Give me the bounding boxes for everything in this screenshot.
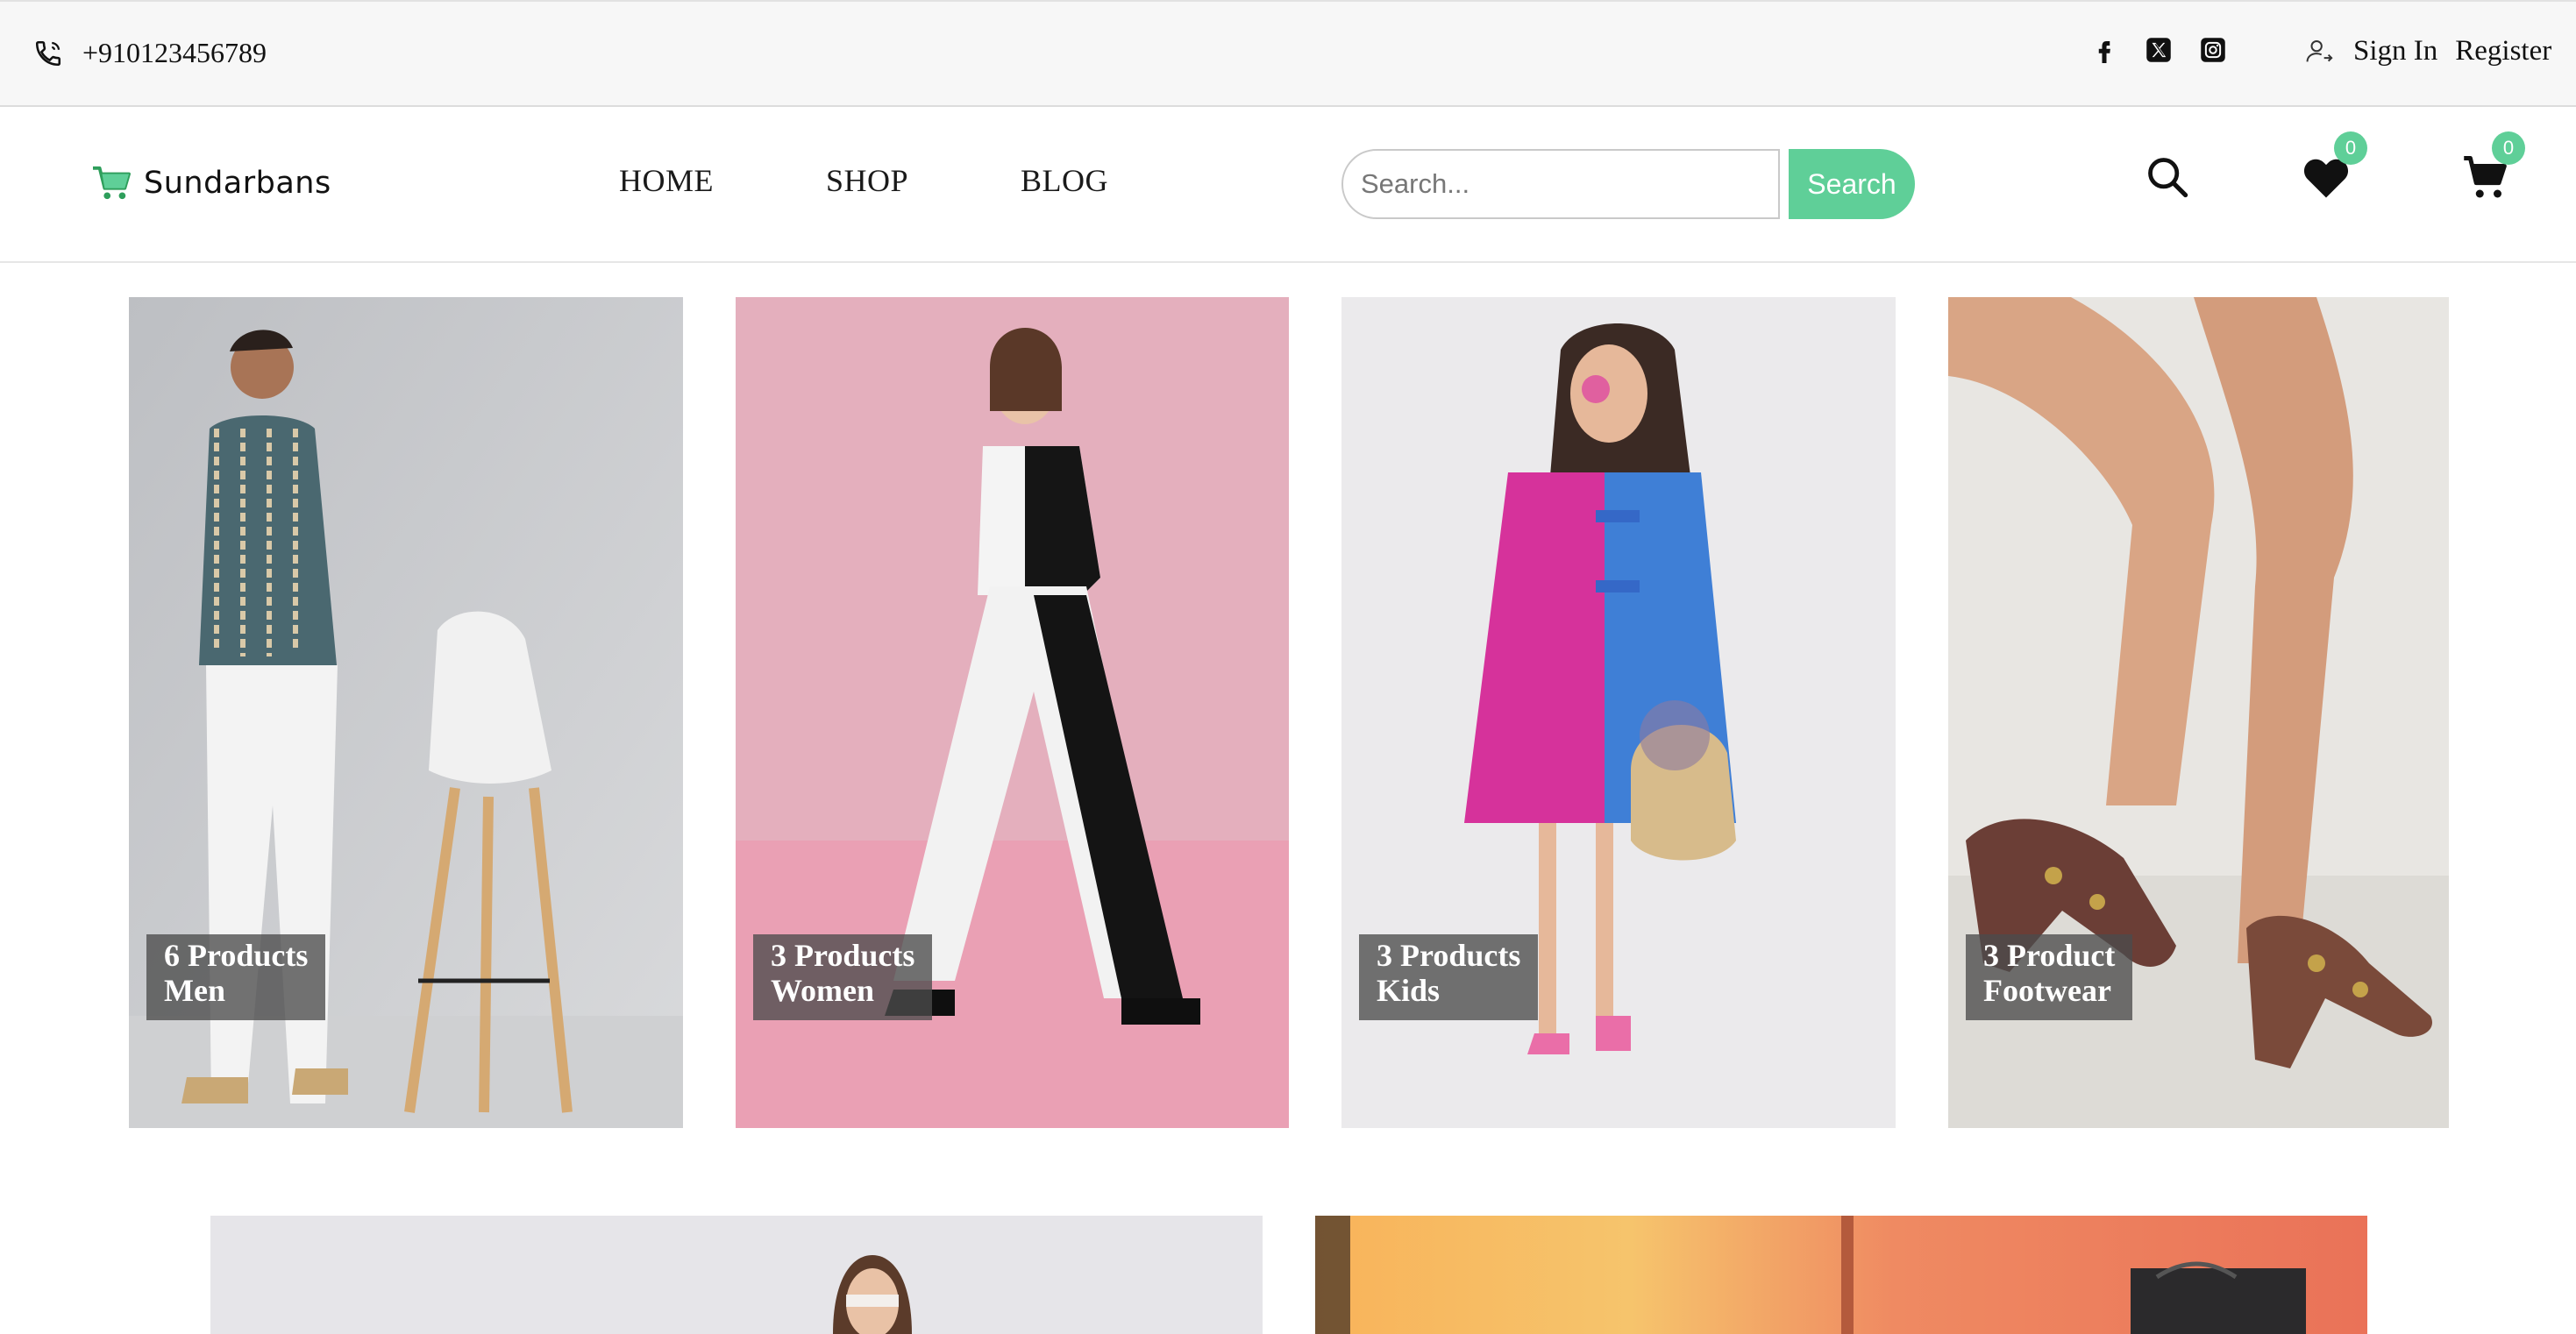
promo-banner-left[interactable] — [210, 1216, 1263, 1334]
category-name: Men — [164, 973, 225, 1008]
search-form: Search — [1341, 149, 1915, 219]
category-label-women: 3 Products Women — [753, 934, 933, 1020]
banner-model-photo — [210, 1216, 1263, 1334]
category-count: 3 Products — [1377, 938, 1521, 973]
category-count: 3 Product — [1983, 938, 2116, 973]
category-name: Women — [771, 973, 875, 1008]
search-input[interactable] — [1341, 149, 1780, 219]
category-name: Footwear — [1983, 973, 2111, 1008]
category-tile-men[interactable]: 6 Products Men — [129, 297, 683, 1128]
search-button[interactable]: Search — [1789, 149, 1915, 219]
sign-in-link[interactable]: Sign In — [2353, 35, 2437, 67]
wishlist-count-badge: 0 — [2334, 131, 2367, 165]
promo-banner-right[interactable] — [1315, 1216, 2367, 1334]
category-name: Kids — [1377, 973, 1441, 1008]
category-label-footwear: 3 Product Footwear — [1966, 934, 2133, 1020]
cart-count-badge: 0 — [2492, 131, 2525, 165]
category-tile-women[interactable]: 3 Products Women — [736, 297, 1289, 1128]
phone-contact[interactable]: +910123456789 — [33, 37, 267, 69]
top-bar: +910123456789 Sign In Register — [0, 0, 2576, 107]
phone-number: +910123456789 — [82, 37, 267, 68]
nav-home[interactable]: HOME — [619, 162, 714, 199]
category-count: 6 Products — [164, 938, 309, 973]
shopping-cart-logo-icon — [93, 166, 131, 200]
facebook-icon[interactable] — [2090, 35, 2118, 65]
nav-shop[interactable]: SHOP — [826, 162, 908, 199]
user-icon — [2306, 39, 2333, 61]
main-header: Sundarbans HOME SHOP BLOG Search — [0, 107, 2576, 263]
account-links: Sign In Register — [2304, 35, 2551, 67]
nav-blog[interactable]: BLOG — [1021, 162, 1108, 199]
social-links — [2090, 35, 2227, 65]
category-tile-kids[interactable]: 3 Products Kids — [1341, 297, 1896, 1128]
category-label-men: 6 Products Men — [146, 934, 326, 1020]
main-nav: HOME SHOP BLOG — [619, 162, 1108, 199]
x-twitter-icon[interactable] — [2145, 35, 2173, 65]
search-icon[interactable] — [2145, 154, 2190, 200]
phone-icon — [35, 40, 61, 66]
logo-text: Sundarbans — [144, 166, 331, 201]
category-count: 3 Products — [771, 938, 915, 973]
banner-street-photo — [1315, 1216, 2367, 1334]
instagram-icon[interactable] — [2199, 35, 2227, 65]
register-link[interactable]: Register — [2455, 35, 2551, 67]
site-logo[interactable]: Sundarbans — [91, 165, 331, 202]
category-tile-footwear[interactable]: 3 Product Footwear — [1948, 297, 2449, 1128]
category-label-kids: 3 Products Kids — [1359, 934, 1539, 1020]
